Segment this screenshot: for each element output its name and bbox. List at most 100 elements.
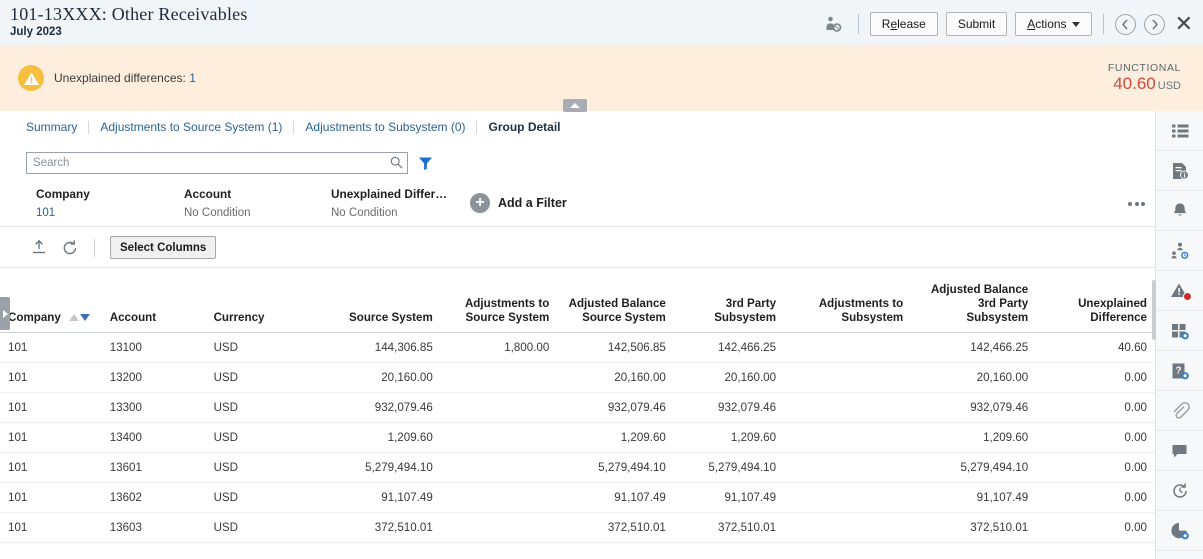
actions-button[interactable]: Actions xyxy=(1015,12,1091,36)
column-header-company[interactable]: Company xyxy=(0,283,102,333)
table-row[interactable]: 10113602USD91,107.4991,107.4991,107.4991… xyxy=(0,483,1155,513)
rail-item-comments[interactable] xyxy=(1156,431,1203,471)
tab-adjustments-to-subsystem[interactable]: Adjustments to Subsystem (0) xyxy=(294,121,477,134)
cell-third-party[interactable]: 372,510.01 xyxy=(674,513,784,543)
cell-source-system[interactable]: 144,306.85 xyxy=(318,333,441,363)
cell-company: 101 xyxy=(0,333,102,363)
cell-source-system[interactable]: 932,079.46 xyxy=(318,393,441,423)
cell-adj-balance-source: 5,279,494.10 xyxy=(557,453,674,483)
search-field-wrapper xyxy=(26,152,408,174)
filter-overflow-menu-icon[interactable] xyxy=(1128,202,1145,206)
column-header-currency[interactable]: Currency xyxy=(206,283,318,333)
cell-currency: USD xyxy=(206,363,318,393)
cell-currency: USD xyxy=(206,423,318,453)
table-row[interactable]: 10113100USD144,306.851,800.00142,506.851… xyxy=(0,333,1155,363)
column-header-3rd-party-subsystem[interactable]: 3rd Party Subsystem xyxy=(674,283,784,333)
next-button[interactable] xyxy=(1144,14,1165,35)
rail-item-attachments[interactable] xyxy=(1156,391,1203,431)
cell-adj-source[interactable]: 1,800.00 xyxy=(441,333,558,363)
select-columns-button[interactable]: Select Columns xyxy=(110,236,216,259)
cell-account: 13300 xyxy=(102,393,206,423)
table-row[interactable]: 10113300USD932,079.46932,079.46932,079.4… xyxy=(0,393,1155,423)
collapse-banner-button[interactable] xyxy=(563,99,587,112)
column-header-unexplained-difference[interactable]: Unexplained Difference xyxy=(1036,283,1155,333)
rail-item-alerts[interactable] xyxy=(1156,271,1203,311)
cell-third-party[interactable]: 20,160.00 xyxy=(674,363,784,393)
filter-chip-unexplained-difference[interactable]: Unexplained Differ… No Condition xyxy=(331,186,449,223)
data-table: Company Account Currency Source System A… xyxy=(0,283,1155,543)
cell-source-system[interactable]: 1,209.60 xyxy=(318,423,441,453)
cell-account: 13200 xyxy=(102,363,206,393)
rail-item-reports[interactable] xyxy=(1156,511,1203,551)
cell-third-party[interactable]: 5,279,494.10 xyxy=(674,453,784,483)
cell-adj-balance-third: 20,160.00 xyxy=(911,363,1036,393)
add-filter-label: Add a Filter xyxy=(498,196,567,210)
page-period: July 2023 xyxy=(10,26,248,38)
filter-chip-value: No Condition xyxy=(331,203,449,223)
table-row[interactable]: 10113601USD5,279,494.105,279,494.105,279… xyxy=(0,453,1155,483)
tab-summary[interactable]: Summary xyxy=(26,121,89,134)
cell-currency: USD xyxy=(206,393,318,423)
column-header-account[interactable]: Account xyxy=(102,283,206,333)
rail-item-workflow[interactable] xyxy=(1156,231,1203,271)
sort-descending-icon[interactable] xyxy=(80,314,90,321)
cell-account: 13603 xyxy=(102,513,206,543)
previous-button[interactable] xyxy=(1115,14,1136,35)
rail-item-list[interactable] xyxy=(1156,111,1203,151)
rail-item-dashboard[interactable] xyxy=(1156,311,1203,351)
toolbar-divider-1 xyxy=(858,14,859,34)
cell-unexplained: 40.60 xyxy=(1036,333,1155,363)
add-filter-button[interactable]: + Add a Filter xyxy=(470,193,567,213)
table-header-row: Company Account Currency Source System A… xyxy=(0,283,1155,333)
list-icon xyxy=(1170,121,1190,141)
cell-third-party[interactable]: 932,079.46 xyxy=(674,393,784,423)
release-button[interactable]: Release xyxy=(870,12,938,36)
cell-company: 101 xyxy=(0,393,102,423)
cell-adj-subsystem xyxy=(784,513,911,543)
rail-scrollbar[interactable] xyxy=(1152,280,1156,340)
functional-label: FUNCTIONAL xyxy=(1108,62,1181,74)
funnel-icon[interactable] xyxy=(418,156,433,171)
cell-company: 101 xyxy=(0,453,102,483)
rail-item-help[interactable]: ? xyxy=(1156,351,1203,391)
column-header-adjustments-to-subsystem[interactable]: Adjustments to Subsystem xyxy=(784,283,911,333)
cell-adj-source xyxy=(441,423,558,453)
close-icon[interactable]: ✕ xyxy=(1173,15,1195,33)
export-icon[interactable] xyxy=(30,239,48,257)
sort-controls[interactable] xyxy=(69,314,90,321)
column-header-source-system[interactable]: Source System xyxy=(318,283,441,333)
cell-adj-balance-third: 142,466.25 xyxy=(911,333,1036,363)
person-badge-icon[interactable] xyxy=(821,11,847,37)
cell-third-party[interactable]: 142,466.25 xyxy=(674,333,784,363)
table-row[interactable]: 10113400USD1,209.601,209.601,209.601,209… xyxy=(0,423,1155,453)
column-header-label: Company xyxy=(8,311,61,324)
column-header-adjusted-balance-3rd-party-subsystem[interactable]: Adjusted Balance 3rd Party Subsystem xyxy=(911,283,1036,333)
filter-chip-company[interactable]: Company 101 xyxy=(36,186,171,223)
submit-button[interactable]: Submit xyxy=(946,12,1007,36)
cell-third-party[interactable]: 91,107.49 xyxy=(674,483,784,513)
table-row[interactable]: 10113200USD20,160.0020,160.0020,160.0020… xyxy=(0,363,1155,393)
rail-item-history[interactable] xyxy=(1156,471,1203,511)
help-question-icon: ? xyxy=(1170,361,1190,381)
expand-left-panel-button[interactable] xyxy=(0,297,10,330)
cell-adj-balance-source: 932,079.46 xyxy=(557,393,674,423)
table-row[interactable]: 10113603USD372,510.01372,510.01372,510.0… xyxy=(0,513,1155,543)
tab-adjustments-to-source-system[interactable]: Adjustments to Source System (1) xyxy=(89,121,294,134)
rail-item-notifications[interactable] xyxy=(1156,191,1203,231)
cell-source-system[interactable]: 372,510.01 xyxy=(318,513,441,543)
dashboard-grid-icon xyxy=(1170,321,1190,341)
rail-item-document-info[interactable] xyxy=(1156,151,1203,191)
functional-currency: USD xyxy=(1158,80,1181,92)
tab-group-detail[interactable]: Group Detail xyxy=(477,121,571,134)
cell-source-system[interactable]: 5,279,494.10 xyxy=(318,453,441,483)
column-header-adjustments-to-source-system[interactable]: Adjustments to Source System xyxy=(441,283,558,333)
cell-currency: USD xyxy=(206,453,318,483)
cell-third-party[interactable]: 1,209.60 xyxy=(674,423,784,453)
reset-icon[interactable] xyxy=(61,239,79,257)
column-header-adjusted-balance-source-system[interactable]: Adjusted Balance Source System xyxy=(557,283,674,333)
filter-chip-account[interactable]: Account No Condition xyxy=(184,186,319,223)
search-input[interactable] xyxy=(26,152,408,174)
cell-source-system[interactable]: 20,160.00 xyxy=(318,363,441,393)
sort-ascending-icon[interactable] xyxy=(69,314,79,321)
cell-source-system[interactable]: 91,107.49 xyxy=(318,483,441,513)
